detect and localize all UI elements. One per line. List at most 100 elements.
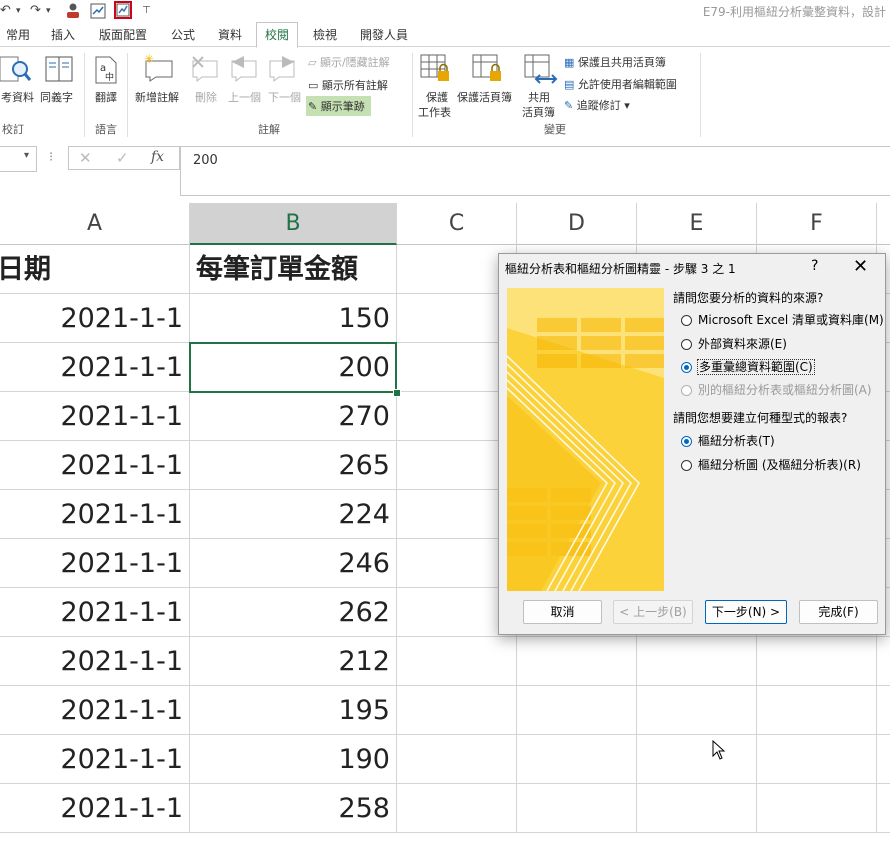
empty-cell[interactable]	[877, 784, 890, 833]
cancel-entry-icon[interactable]: ✕	[79, 149, 92, 167]
new-comment-label[interactable]: 新增註解	[135, 89, 179, 105]
translate-label[interactable]: 翻譯	[95, 89, 117, 105]
close-button[interactable]: ✕	[853, 256, 868, 277]
empty-cell[interactable]	[517, 686, 637, 735]
date-cell[interactable]: 2021-1-1	[0, 686, 190, 735]
fill-handle[interactable]	[393, 389, 401, 397]
empty-cell[interactable]	[757, 637, 877, 686]
empty-cell[interactable]	[517, 637, 637, 686]
finish-button[interactable]: 完成(F)	[799, 600, 878, 624]
source-option-external[interactable]: 外部資料來源(E)	[681, 336, 787, 352]
thesaurus-label[interactable]: 同義字	[40, 89, 73, 105]
date-cell[interactable]: 2021-1-1	[0, 735, 190, 784]
share-workbook-icon[interactable]	[524, 53, 558, 89]
share-workbook-label-2[interactable]: 活頁簿	[522, 104, 555, 120]
empty-cell[interactable]	[397, 784, 517, 833]
amount-cell[interactable]: 190	[190, 735, 397, 784]
research-icon[interactable]	[0, 55, 32, 89]
amount-cell[interactable]: 270	[190, 392, 397, 441]
tab-review[interactable]: 校閱	[256, 22, 299, 48]
undo-icon[interactable]: ↶	[0, 2, 11, 20]
column-header-d[interactable]: D	[517, 203, 637, 245]
research-label[interactable]: 考資料	[1, 89, 34, 105]
column-header-c[interactable]: C	[397, 203, 517, 245]
translate-icon[interactable]: a中	[94, 55, 120, 89]
new-comment-icon[interactable]: ✳	[142, 52, 176, 87]
cancel-button[interactable]: 取消	[523, 600, 602, 624]
date-cell[interactable]: 2021-1-1	[0, 392, 190, 441]
show-all-comments-button[interactable]: ▭ 顯示所有註解	[308, 77, 388, 93]
column-header-b[interactable]: B	[190, 203, 397, 245]
empty-cell[interactable]	[637, 686, 757, 735]
insert-function-icon[interactable]: fx	[151, 149, 164, 165]
date-cell[interactable]: 2021-1-1	[0, 539, 190, 588]
protect-sheet-label-2[interactable]: 工作表	[418, 104, 451, 120]
empty-cell[interactable]	[877, 735, 890, 784]
thesaurus-icon[interactable]	[45, 55, 75, 89]
empty-cell[interactable]	[637, 735, 757, 784]
confirm-entry-icon[interactable]: ✓	[116, 149, 129, 167]
amount-cell[interactable]: 195	[190, 686, 397, 735]
header-cell-date[interactable]: 日期	[0, 245, 190, 294]
name-box[interactable]: ▾	[0, 146, 37, 172]
column-header-a[interactable]: A	[0, 203, 190, 245]
empty-cell[interactable]	[397, 637, 517, 686]
name-box-dropdown-icon[interactable]: ▾	[24, 150, 29, 161]
protect-sheet-icon[interactable]	[420, 53, 452, 89]
customize-qat-icon[interactable]: ⊤	[142, 2, 151, 20]
help-button[interactable]: ?	[811, 258, 818, 274]
amount-cell[interactable]: 262	[190, 588, 397, 637]
amount-cell[interactable]: 150	[190, 294, 397, 343]
redo-dropdown-icon[interactable]: ▾	[46, 2, 51, 20]
share-workbook-label-1[interactable]: 共用	[528, 89, 550, 105]
date-cell[interactable]: 2021-1-1	[0, 490, 190, 539]
amount-cell[interactable]: 246	[190, 539, 397, 588]
tab-view[interactable]: 檢視	[313, 26, 337, 43]
allow-edit-ranges-button[interactable]: ▤ 允許使用者編輯範圍	[564, 76, 677, 92]
empty-cell[interactable]	[877, 686, 890, 735]
header-cell-amount[interactable]: 每筆訂單金額	[190, 245, 397, 294]
amount-cell[interactable]: 224	[190, 490, 397, 539]
date-cell[interactable]: 2021-1-1	[0, 588, 190, 637]
empty-cell[interactable]	[637, 637, 757, 686]
column-header-g[interactable]	[877, 203, 890, 245]
protect-sheet-label-1[interactable]: 保護	[426, 89, 448, 105]
redo-icon[interactable]: ↷	[30, 2, 41, 20]
tab-page-layout[interactable]: 版面配置	[99, 26, 147, 43]
tab-insert[interactable]: 插入	[51, 26, 75, 43]
column-header-e[interactable]: E	[637, 203, 757, 245]
track-changes-button[interactable]: ✎ 追蹤修訂 ▾	[564, 97, 630, 113]
protect-workbook-icon[interactable]	[472, 53, 504, 89]
date-cell[interactable]: 2021-1-1	[0, 343, 190, 392]
date-cell[interactable]: 2021-1-1	[0, 441, 190, 490]
source-option-multiple-ranges[interactable]: 多重彙總資料範圍(C)	[681, 359, 815, 375]
empty-cell[interactable]	[517, 735, 637, 784]
empty-cell[interactable]	[517, 784, 637, 833]
empty-cell[interactable]	[877, 637, 890, 686]
empty-cell[interactable]	[757, 735, 877, 784]
empty-cell[interactable]	[757, 686, 877, 735]
empty-cell[interactable]	[757, 784, 877, 833]
empty-cell[interactable]	[637, 784, 757, 833]
pivot-wizard-icon[interactable]	[114, 1, 132, 19]
date-cell[interactable]: 2021-1-1	[0, 294, 190, 343]
report-option-pivot-chart[interactable]: 樞紐分析圖 (及樞紐分析表)(R)	[681, 457, 861, 473]
date-cell[interactable]: 2021-1-1	[0, 637, 190, 686]
protect-share-workbook-button[interactable]: ▦ 保護且共用活頁簿	[564, 54, 666, 70]
amount-cell[interactable]: 212	[190, 637, 397, 686]
undo-dropdown-icon[interactable]: ▾	[16, 2, 21, 20]
column-header-f[interactable]: F	[757, 203, 877, 245]
amount-cell[interactable]: 258	[190, 784, 397, 833]
source-option-excel[interactable]: Microsoft Excel 清單或資料庫(M)	[681, 312, 884, 328]
protect-workbook-label[interactable]: 保護活頁簿	[457, 89, 512, 105]
tab-developer[interactable]: 開發人員	[360, 26, 408, 43]
report-option-pivot-table[interactable]: 樞紐分析表(T)	[681, 433, 775, 449]
tab-formulas[interactable]: 公式	[171, 26, 195, 43]
empty-cell[interactable]	[397, 686, 517, 735]
show-ink-button[interactable]: ✎ 顯示筆跡	[306, 96, 371, 116]
empty-cell[interactable]	[397, 735, 517, 784]
date-cell[interactable]: 2021-1-1	[0, 784, 190, 833]
tab-data[interactable]: 資料	[218, 26, 242, 43]
formula-input[interactable]: 200	[180, 146, 890, 196]
tab-home[interactable]: 常用	[6, 26, 30, 43]
